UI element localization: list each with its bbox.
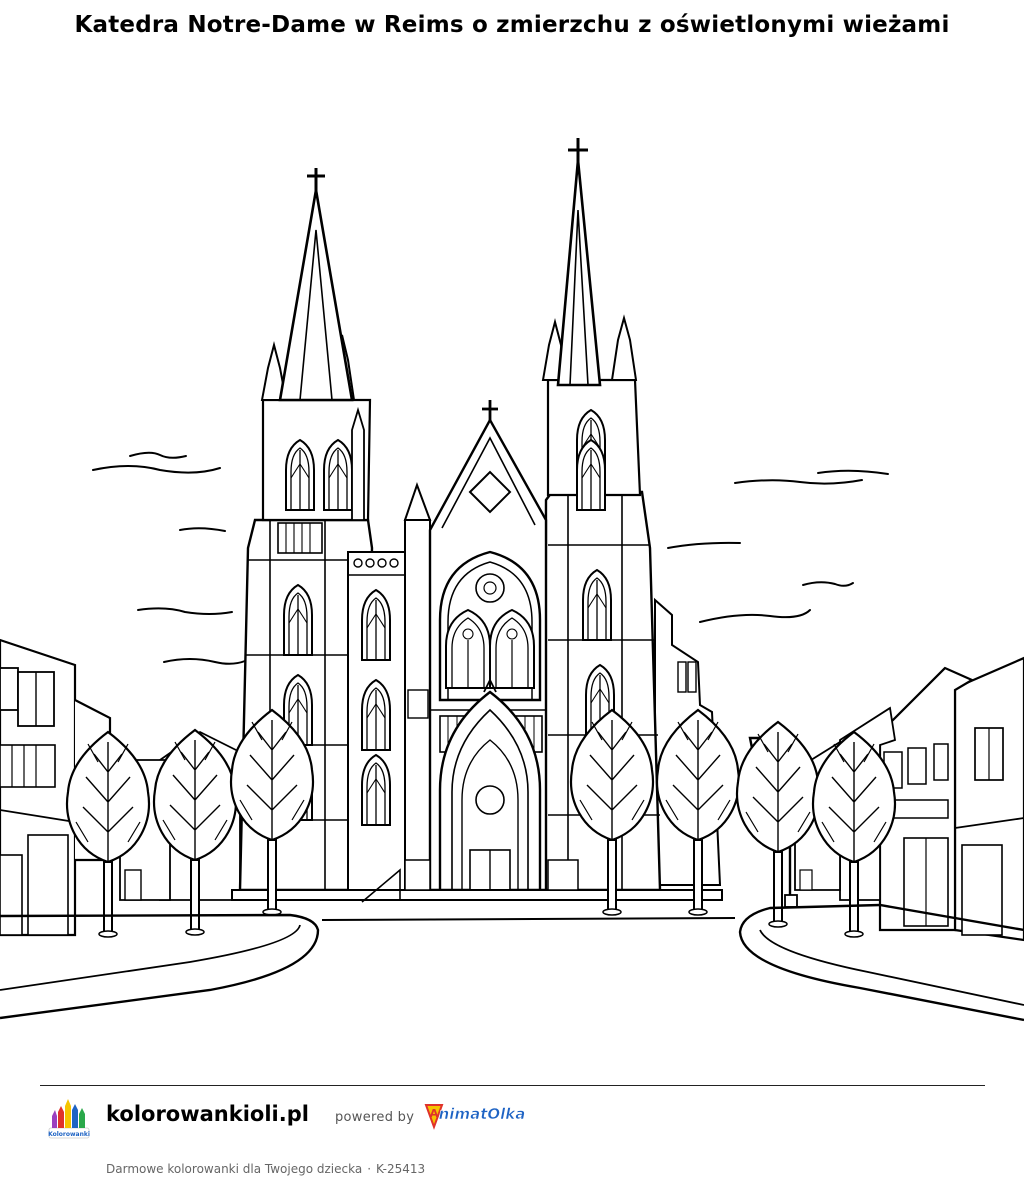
footer-divider (40, 1085, 985, 1086)
page-code: K-25413 (376, 1162, 426, 1176)
page-title: Katedra Notre-Dame w Reims o zmierzchu z… (74, 12, 950, 38)
powered-by-label: powered by (335, 1110, 415, 1125)
footer-tagline: Darmowe kolorowanki dla Twojego dziecka ·… (106, 1162, 425, 1176)
site-name[interactable]: kolorowankioli.pl (106, 1102, 309, 1126)
svg-text:nimatOlka: nimatOlka (439, 1105, 526, 1123)
tagline-separator: · (367, 1162, 372, 1176)
street (0, 903, 1024, 1022)
svg-text:Kolorowanki: Kolorowanki (48, 1131, 90, 1138)
cathedral-coloring-illustration (0, 138, 1024, 1022)
tagline-text: Darmowe kolorowanki dla Twojego dziecka (106, 1162, 363, 1176)
animatolka-logo-icon[interactable]: A nimatOlka (424, 1099, 528, 1133)
svg-text:A: A (430, 1107, 439, 1120)
kolorowankioli-logo-icon[interactable]: Kolorowanki (46, 1094, 92, 1140)
